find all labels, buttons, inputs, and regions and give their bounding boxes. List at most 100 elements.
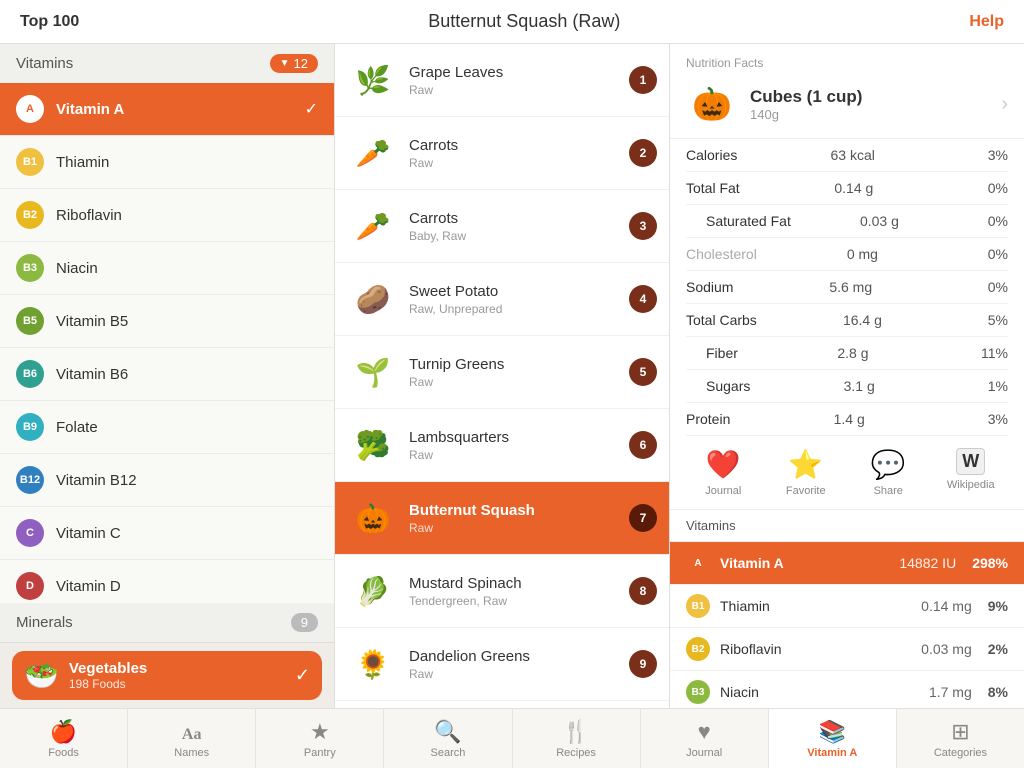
- app-header: Top 100 Butternut Squash (Raw) Help: [0, 0, 1024, 44]
- vit-circle: B1: [686, 594, 710, 618]
- nutrition-vitamin-row[interactable]: B3 Niacin 1.7 mg 8%: [670, 671, 1024, 708]
- nutrition-value: 63 kcal: [831, 147, 875, 163]
- category-icon: 🥗: [24, 659, 59, 692]
- nutrition-vitamin-row[interactable]: B2 Riboflavin 0.03 mg 2%: [670, 628, 1024, 671]
- nutrition-label: Total Fat: [686, 180, 740, 196]
- food-list-item-5[interactable]: 🌱 Turnip Greens Raw 5: [335, 336, 669, 409]
- food-name: Grape Leaves: [409, 64, 629, 81]
- food-sub: Raw, Unprepared: [409, 302, 629, 316]
- nutrition-pct: 1%: [968, 378, 1008, 394]
- nutrition-arrow-icon[interactable]: ›: [1001, 93, 1008, 116]
- food-sub: Raw: [409, 83, 629, 97]
- sidebar-item-vitamin-b5[interactable]: B5 Vitamin B5: [0, 295, 334, 348]
- vit-name: Vitamin A: [720, 555, 899, 571]
- badge-arrow-icon: ▼: [280, 58, 290, 69]
- food-info: Carrots Raw: [409, 137, 629, 170]
- vit-pct: 8%: [988, 684, 1008, 700]
- vitamin-circle: B1: [16, 148, 44, 176]
- nutrition-facts-label: Nutrition Facts: [686, 56, 1008, 70]
- vit-amount: 0.14 mg: [921, 598, 972, 614]
- vitamin-label: Vitamin A: [56, 101, 124, 118]
- nutrition-pct: 3%: [968, 411, 1008, 427]
- nutrition-value: 3.1 g: [844, 378, 875, 394]
- food-sub: Raw: [409, 156, 629, 170]
- food-name: Sweet Potato: [409, 283, 629, 300]
- nav-item-recipes[interactable]: 🍴 Recipes: [513, 709, 641, 768]
- nav-label-foods: Foods: [48, 747, 79, 759]
- food-rank-badge: 8: [629, 577, 657, 605]
- nav-item-foods[interactable]: 🍎 Foods: [0, 709, 128, 768]
- sidebar-item-riboflavin[interactable]: B2 Riboflavin: [0, 189, 334, 242]
- sidebar-item-vitamin-c[interactable]: C Vitamin C: [0, 507, 334, 560]
- nav-label-search: Search: [431, 747, 466, 759]
- food-info: Lambsquarters Raw: [409, 429, 629, 462]
- sidebar-item-thiamin[interactable]: B1 Thiamin: [0, 136, 334, 189]
- minerals-title: Minerals: [16, 614, 73, 631]
- nav-icon-search: 🔍: [434, 719, 461, 745]
- sidebar-item-vitamin-a[interactable]: A Vitamin A ✓: [0, 83, 334, 136]
- nutrition-value: 5.6 mg: [829, 279, 872, 295]
- nav-item-pantry[interactable]: ★ Pantry: [256, 709, 384, 768]
- action-btn-favorite[interactable]: ⭐Favorite: [769, 448, 844, 497]
- nav-item-journal[interactable]: ♥ Journal: [641, 709, 769, 768]
- vit-pct: 9%: [988, 598, 1008, 614]
- nutrition-pct: 0%: [968, 246, 1008, 262]
- action-btn-wikipedia[interactable]: WWikipedia: [934, 448, 1009, 497]
- vitamin-label: Thiamin: [56, 154, 109, 171]
- food-list-item-8[interactable]: 🥬 Mustard Spinach Tendergreen, Raw 8: [335, 555, 669, 628]
- food-sub: Baby, Raw: [409, 229, 629, 243]
- nutrition-row: Sodium 5.6 mg 0%: [686, 271, 1008, 304]
- vitamins-badge[interactable]: ▼ 12: [270, 54, 318, 73]
- action-btn-journal[interactable]: ❤️Journal: [686, 448, 761, 497]
- food-info: Butternut Squash Raw: [409, 502, 629, 535]
- food-list-item-9[interactable]: 🌻 Dandelion Greens Raw 9: [335, 628, 669, 701]
- nav-label-names: Names: [174, 747, 209, 759]
- sidebar-item-vitamin-b6[interactable]: B6 Vitamin B6: [0, 348, 334, 401]
- vitamins-section-header: Vitamins ▼ 12: [0, 44, 334, 83]
- nav-label-vitamin-a: Vitamin A: [807, 747, 857, 759]
- sidebar-item-vitamin-d[interactable]: D Vitamin D: [0, 560, 334, 603]
- vit-amount: 1.7 mg: [929, 684, 972, 700]
- category-info: Vegetables 198 Foods: [69, 660, 285, 691]
- vit-circle: B2: [686, 637, 710, 661]
- vit-circle: B3: [686, 680, 710, 704]
- food-list-item-7[interactable]: 🎃 Butternut Squash Raw 7: [335, 482, 669, 555]
- nutrition-vitamin-row[interactable]: A Vitamin A 14882 IU 298%: [670, 542, 1024, 585]
- sidebar-item-niacin[interactable]: B3 Niacin: [0, 242, 334, 295]
- nutrition-row: Protein 1.4 g 3%: [686, 403, 1008, 436]
- food-name: Turnip Greens: [409, 356, 629, 373]
- nutrition-food-weight: 140g: [750, 107, 862, 122]
- nutrition-value: 2.8 g: [837, 345, 868, 361]
- action-btn-label: Share: [874, 485, 903, 497]
- food-rank-badge: 2: [629, 139, 657, 167]
- sidebar-item-vitamin-b12[interactable]: B12 Vitamin B12: [0, 454, 334, 507]
- action-btn-share[interactable]: 💬Share: [851, 448, 926, 497]
- category-bar[interactable]: 🥗 Vegetables 198 Foods ✓: [0, 642, 334, 708]
- nutrition-food-name: Cubes (1 cup): [750, 87, 862, 107]
- food-list-item-6[interactable]: 🥦 Lambsquarters Raw 6: [335, 409, 669, 482]
- food-list-item-10[interactable]: 🍃 Spinach Raw 10: [335, 701, 669, 708]
- food-sub: Raw: [409, 448, 629, 462]
- nutrition-pct: 11%: [968, 345, 1008, 361]
- sidebar-item-folate[interactable]: B9 Folate: [0, 401, 334, 454]
- help-button[interactable]: Help: [969, 13, 1004, 31]
- food-info: Sweet Potato Raw, Unprepared: [409, 283, 629, 316]
- nav-item-search[interactable]: 🔍 Search: [384, 709, 512, 768]
- food-list-item-2[interactable]: 🥕 Carrots Raw 2: [335, 117, 669, 190]
- nutrition-vitamin-row[interactable]: B1 Thiamin 0.14 mg 9%: [670, 585, 1024, 628]
- vitamin-label: Niacin: [56, 260, 98, 277]
- nutrition-row: Calories 63 kcal 3%: [686, 139, 1008, 172]
- nav-item-vitamin-a[interactable]: 📚 Vitamin A: [769, 709, 897, 768]
- nav-icon-pantry: ★: [310, 719, 330, 745]
- food-list-item-1[interactable]: 🌿 Grape Leaves Raw 1: [335, 44, 669, 117]
- vit-name: Niacin: [720, 684, 929, 700]
- nutrition-row: Saturated Fat 0.03 g 0%: [686, 205, 1008, 238]
- vitamin-label: Vitamin B6: [56, 366, 128, 383]
- nav-item-names[interactable]: Aa Names: [128, 709, 256, 768]
- vitamin-label: Folate: [56, 419, 98, 436]
- food-list-item-3[interactable]: 🥕 Carrots Baby, Raw 3: [335, 190, 669, 263]
- food-list-item-4[interactable]: 🥔 Sweet Potato Raw, Unprepared 4: [335, 263, 669, 336]
- nutrition-row: Total Carbs 16.4 g 5%: [686, 304, 1008, 337]
- nav-icon-journal: ♥: [698, 719, 711, 745]
- nav-item-categories[interactable]: ⊞ Categories: [897, 709, 1024, 768]
